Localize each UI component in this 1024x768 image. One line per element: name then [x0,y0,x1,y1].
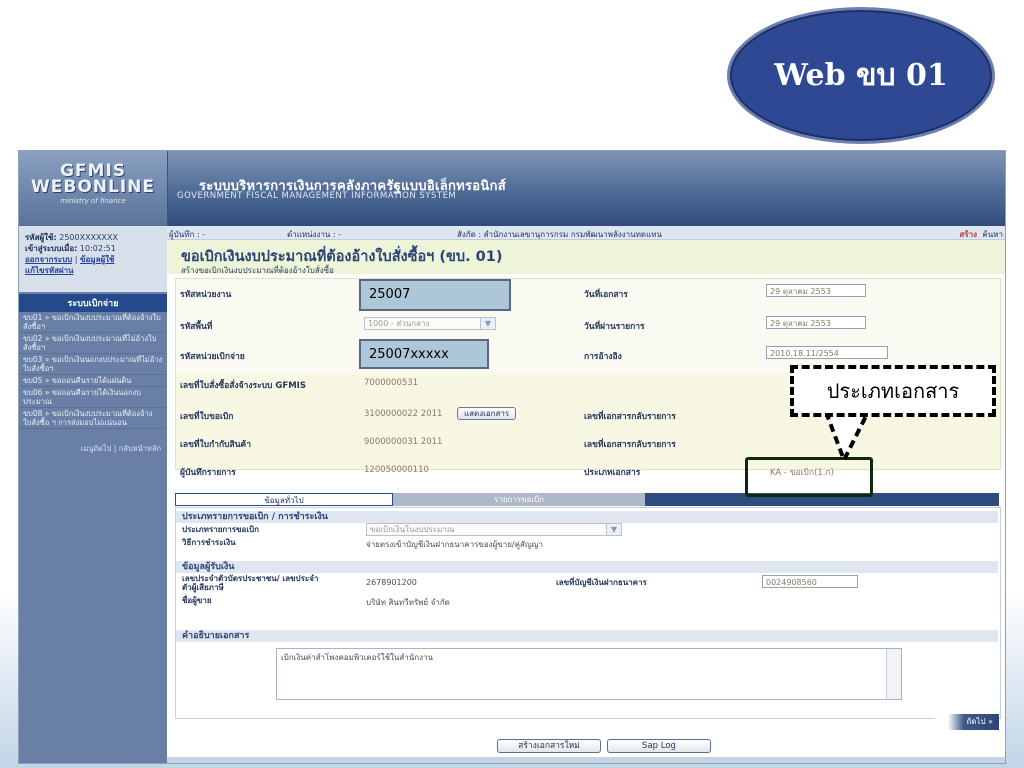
tax-id-label: เลขประจำตัวบัตรประชาชน/ เลขประจำตัวผู้เส… [182,574,319,592]
disb-unit-field[interactable]: 25007xxxxx [359,339,489,369]
tab-bar: ข้อมูลทั่วไป รายการขอเบิก [175,493,999,506]
menu-title: ระบบเบิกจ่าย [19,294,167,312]
invoice-label: เลขที่ใบกำกับสินค้า [180,440,251,450]
logout-link[interactable]: ออกจากระบบ [25,255,72,264]
chevron-down-icon: ▼ [606,524,621,535]
section-description: คำอธิบายเอกสาร [176,630,998,642]
doc-date-label: วันที่เอกสาร [584,290,628,300]
page-subtitle: สร้างขอเบิกเงินงบประมาณที่ต้องอ้างใบสั่ง… [181,266,334,275]
main-content: ผู้บันทึก : - ตำแหน่งงาน : - สังกัด : สำ… [167,226,1005,763]
reference-label: การอ้างอิง [584,352,622,362]
invoice-value: 9000000031 2011 [364,437,443,447]
sap-log-button[interactable]: Sap Log [607,739,711,753]
chevron-down-icon: ▼ [480,318,495,329]
tab-items[interactable]: รายการขอเบิก [393,493,645,506]
post-date-label: วันที่ผ่านรายการ [584,322,645,332]
req-type-select[interactable]: ขอเบิกเงินในงบประมาณ ▼ [366,523,622,536]
unit-code-label: รหัสหน่วยงาน [180,290,232,300]
rev-doc-label-1: เลขที่เอกสารกลับรายการ [584,412,676,422]
sidebar-item-kb03[interactable]: ขบ03 » ขอเบิกเงินนอกงบประมาณที่ไม่อ้างใบ… [19,354,167,375]
req-type-label: ประเภทรายการขอเบิก [182,525,259,534]
vendor-value: บริษัท สินทวีทรัพย์ จำกัด [366,598,450,607]
user-info-panel: รหัสผู้ใช้: 2500XXXXXXX เข้าสู่ระบบเมื่อ… [19,226,167,292]
recorder-label: ผู้บันทึกรายการ [180,468,236,478]
pay-method-value: จ่ายตรงเข้าบัญชีเงินฝากธนาคารของผู้ขาย/ค… [366,540,543,549]
unit-code-field[interactable]: 25007 [359,279,511,311]
section-payment: ประเภทรายการขอเบิก / การชำระเงิน [176,511,998,523]
sidebar-item-kb05[interactable]: ขบ05 » ขอถอนคืนรายได้แผ่นดิน [19,375,167,387]
system-title-en: GOVERNMENT FISCAL MANAGEMENT INFORMATION… [177,191,457,201]
callout-pointer [824,412,870,464]
req-no-label: เลขที่ใบขอเบิก [180,412,234,422]
user-id-label: รหัสผู้ใช้: [25,233,57,242]
bank-acct-field[interactable]: 0024908560 [762,575,858,588]
user-info-link[interactable]: ข้อมูลผู้ใช้ [80,255,114,264]
title-bar: ขอเบิกเงินงบประมาณที่ต้องอ้างใบสั่งซื้อฯ… [167,240,1005,275]
tax-id-value: 2678901200 [366,578,417,587]
bank-acct-label: เลขที่บัญชีเงินฝากธนาคาร [556,578,647,587]
change-password-link[interactable]: แก้ไขรหัสผ่าน [25,266,74,275]
disb-unit-label: รหัสหน่วยเบิกจ่าย [180,352,245,362]
sidebar-item-kb06[interactable]: ขบ06 » ขอถอนคืนรายได้เงินนอกงบประมาณ [19,387,167,408]
req-type-value: ขอเบิกเงินในงบประมาณ [370,525,455,534]
reference-field[interactable]: 2010.18.11/2554 [766,346,888,359]
doc-type-callout: ประเภทเอกสาร [790,365,996,417]
description-value: เบิกเงินค่าสำโพงคอมพิวเตอร์ใช้ในสำนักงาน [281,653,433,662]
footer-bar [167,757,1005,763]
area-code-label: รหัสพื้นที่ [180,322,213,332]
doc-date-field[interactable]: 29 ตุลาคม 2553 [766,284,866,297]
pay-method-label: วิธีการชำระเงิน [182,538,236,547]
recorder-value: 120050000110 [364,465,429,475]
general-tab-panel: ประเภทรายการขอเบิก / การชำระเงิน ประเภทร… [175,507,1001,719]
login-time-value: 10:02:51 [79,244,116,253]
description-textarea[interactable]: เบิกเงินค่าสำโพงคอมพิวเตอร์ใช้ในสำนักงาน [276,648,902,700]
doc-type-label: ประเภทเอกสาร [584,468,641,478]
slide-title-oval: Web ขบ 01 [727,7,995,144]
po-number-value: 7000000531 [364,378,419,388]
sidebar: รหัสผู้ใช้: 2500XXXXXXX เข้าสู่ระบบเมื่อ… [19,226,167,763]
sidebar-footer-links[interactable]: เมนูถัดไป | กลับหน้าหลัก [19,429,167,455]
slide-title: Web ขบ 01 [774,58,948,93]
vendor-label: ชื่อผู้ขาย [182,596,212,605]
logo-text: GFMIS WEBONLINE [31,161,155,197]
header-banner: GFMIS WEBONLINE ministry of finance ระบบ… [19,151,1005,226]
sidebar-item-kb01[interactable]: ขบ01 » ขอเบิกเงินงบประมาณที่ต้องอ้างใบสั… [19,312,167,333]
textarea-scrollbar[interactable] [886,649,901,699]
post-date-field[interactable]: 29 ตุลาคม 2553 [766,316,866,329]
logo-subtext: ministry of finance [60,197,126,205]
login-time-label: เข้าสู่ระบบเมื่อ: [25,244,78,253]
info-bar: ผู้บันทึก : - ตำแหน่งงาน : - สังกัด : สำ… [167,226,1005,240]
rev-doc-label-2: เลขที่เอกสารกลับรายการ [584,440,676,450]
tab-general[interactable]: ข้อมูลทั่วไป [175,493,393,506]
show-document-button[interactable]: แสดงเอกสาร [457,407,517,420]
section-payee: ข้อมูลผู้รับเงิน [176,561,998,573]
sidebar-item-kb08[interactable]: ขบ08 » ขอเบิกเงินงบประมาณที่ต้องอ้างใบสั… [19,408,167,429]
gfmis-logo: GFMIS WEBONLINE ministry of finance [19,151,168,226]
next-button[interactable]: ถัดไป » [935,714,999,730]
area-code-value: 1000 - ส่วนกลาง [368,319,430,328]
req-no-value: 3100000022 2011 [364,409,443,419]
sidebar-item-kb02[interactable]: ขบ02 » ขอเบิกเงินงบประมาณที่ไม่อ้างใบสั่… [19,333,167,354]
po-number-label: เลขที่ใบสั่งซื้อสั่งจ้างระบบ GFMIS [180,381,306,391]
new-document-button[interactable]: สร้างเอกสารใหม่ [497,739,601,753]
user-id-value: 2500XXXXXXX [59,233,118,242]
area-code-select[interactable]: 1000 - ส่วนกลาง ▼ [364,317,496,330]
